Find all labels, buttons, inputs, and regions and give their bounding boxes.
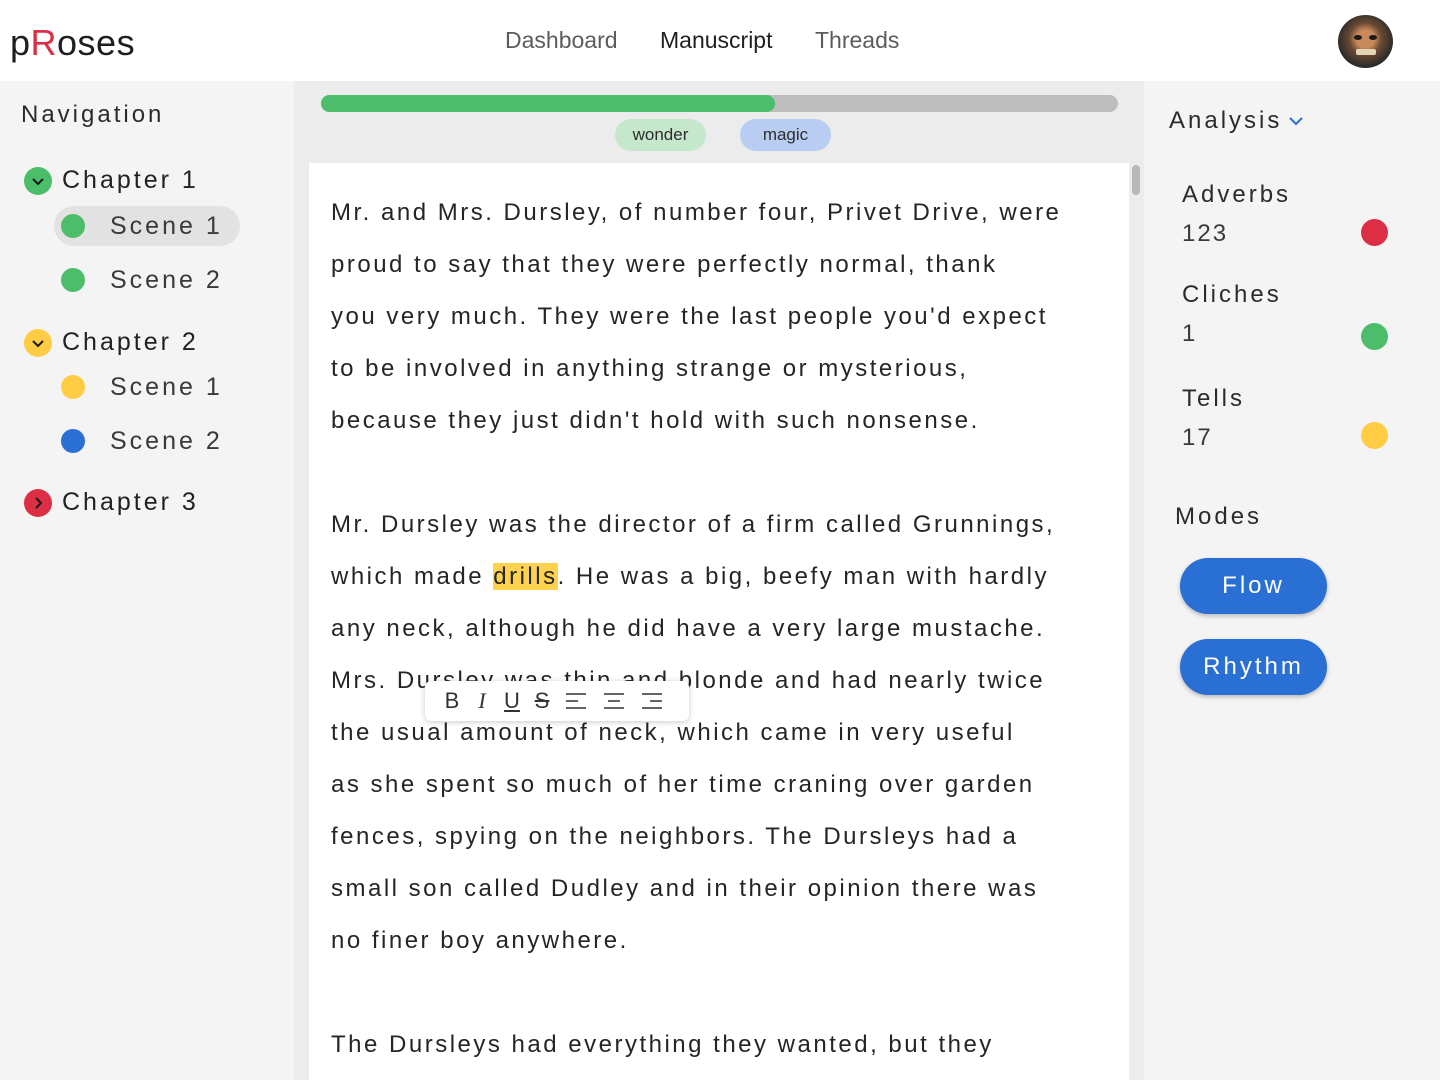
paragraph[interactable]: The Dursleys had everything they wanted,… [331,1019,1129,1071]
scene-label: Scene 1 [110,211,223,240]
manuscript-text[interactable]: Mr. and Mrs. Dursley, of number four, Pr… [331,187,1129,1080]
bold-button[interactable]: B [437,686,467,716]
rhythm-mode-button[interactable]: Rhythm [1180,639,1327,695]
avatar-eye [1354,35,1362,40]
chapter-label: Chapter 1 [62,166,199,194]
chevron-down-icon[interactable] [24,166,52,195]
analysis-panel: Analysis Adverbs 123 Cliches 1 Tells 17 … [1144,81,1440,1080]
progress-fill [321,95,776,112]
status-dot [61,429,85,453]
format-toolbar: B I U S [425,681,689,721]
highlighted-word[interactable]: drills [493,563,558,590]
metric-cliches-status [1361,323,1388,350]
paragraph[interactable]: Mr. Dursley was the director of a firm c… [331,499,1129,967]
chapter-label: Chapter 3 [62,488,199,516]
chapter-label: Chapter 2 [62,328,199,356]
scene-label: Scene 1 [110,372,223,401]
metric-cliches-value: 1 [1182,320,1198,347]
tag-magic[interactable]: magic [740,119,831,151]
manuscript-editor[interactable]: Mr. and Mrs. Dursley, of number four, Pr… [309,163,1129,1080]
scene-label: Scene 2 [110,265,223,294]
scene-1-1[interactable]: Scene 1 [54,206,240,246]
tab-manuscript[interactable]: Manuscript [660,27,772,54]
flow-mode-button[interactable]: Flow [1180,558,1327,614]
scene-label: Scene 2 [110,426,223,455]
chevron-right-icon[interactable] [24,488,52,517]
status-dot [61,375,85,399]
metric-adverbs-value: 123 [1182,220,1229,247]
chapter-3[interactable]: Chapter 3 [24,488,199,517]
avatar-eye [1369,35,1377,40]
tab-dashboard[interactable]: Dashboard [505,27,618,54]
strikethrough-button[interactable]: S [527,686,557,716]
metric-tells-label: Tells [1182,385,1246,412]
status-dot [61,268,85,292]
scene-2-2[interactable]: Scene 2 [61,421,223,461]
navigation-title: Navigation [21,101,165,128]
scene-2-1[interactable]: Scene 1 [61,367,223,407]
chapter-2[interactable]: Chapter 2 [24,328,199,357]
metric-tells-status [1361,422,1388,449]
status-dot [61,214,85,238]
navigation-panel: Navigation Chapter 1 Scene 1 Scene 2 Cha… [0,81,294,1080]
user-avatar[interactable] [1338,15,1393,68]
metric-adverbs-status [1361,219,1388,246]
top-bar: pRoses Dashboard Manuscript Threads [0,0,1440,81]
tag-wonder[interactable]: wonder [615,119,706,151]
text-run: . He was a big, beefy man with hardly an… [331,563,1049,954]
metric-tells-value: 17 [1182,424,1213,451]
metric-cliches-label: Cliches [1182,281,1282,308]
scene-1-2[interactable]: Scene 2 [61,260,223,300]
align-center-icon[interactable] [595,686,633,716]
editor-scrollbar[interactable] [1132,165,1140,195]
align-left-icon[interactable] [557,686,595,716]
avatar-mouth [1356,49,1376,55]
underline-button[interactable]: U [497,686,527,716]
chevron-down-icon [1288,115,1304,127]
paragraph[interactable]: Mr. and Mrs. Dursley, of number four, Pr… [331,187,1129,447]
analysis-dropdown[interactable]: Analysis [1169,107,1304,135]
chevron-down-icon[interactable] [24,328,52,357]
tab-threads[interactable]: Threads [815,27,899,54]
analysis-title: Analysis [1169,107,1283,134]
metric-adverbs-label: Adverbs [1182,181,1292,208]
app-logo[interactable]: pRoses [10,22,135,64]
modes-title: Modes [1175,503,1263,530]
progress-bar [321,95,1118,112]
manuscript-panel: wonder magic Mr. and Mrs. Dursley, of nu… [294,81,1144,1080]
italic-button[interactable]: I [467,686,497,716]
align-right-icon[interactable] [633,686,671,716]
chapter-1[interactable]: Chapter 1 [24,166,199,195]
